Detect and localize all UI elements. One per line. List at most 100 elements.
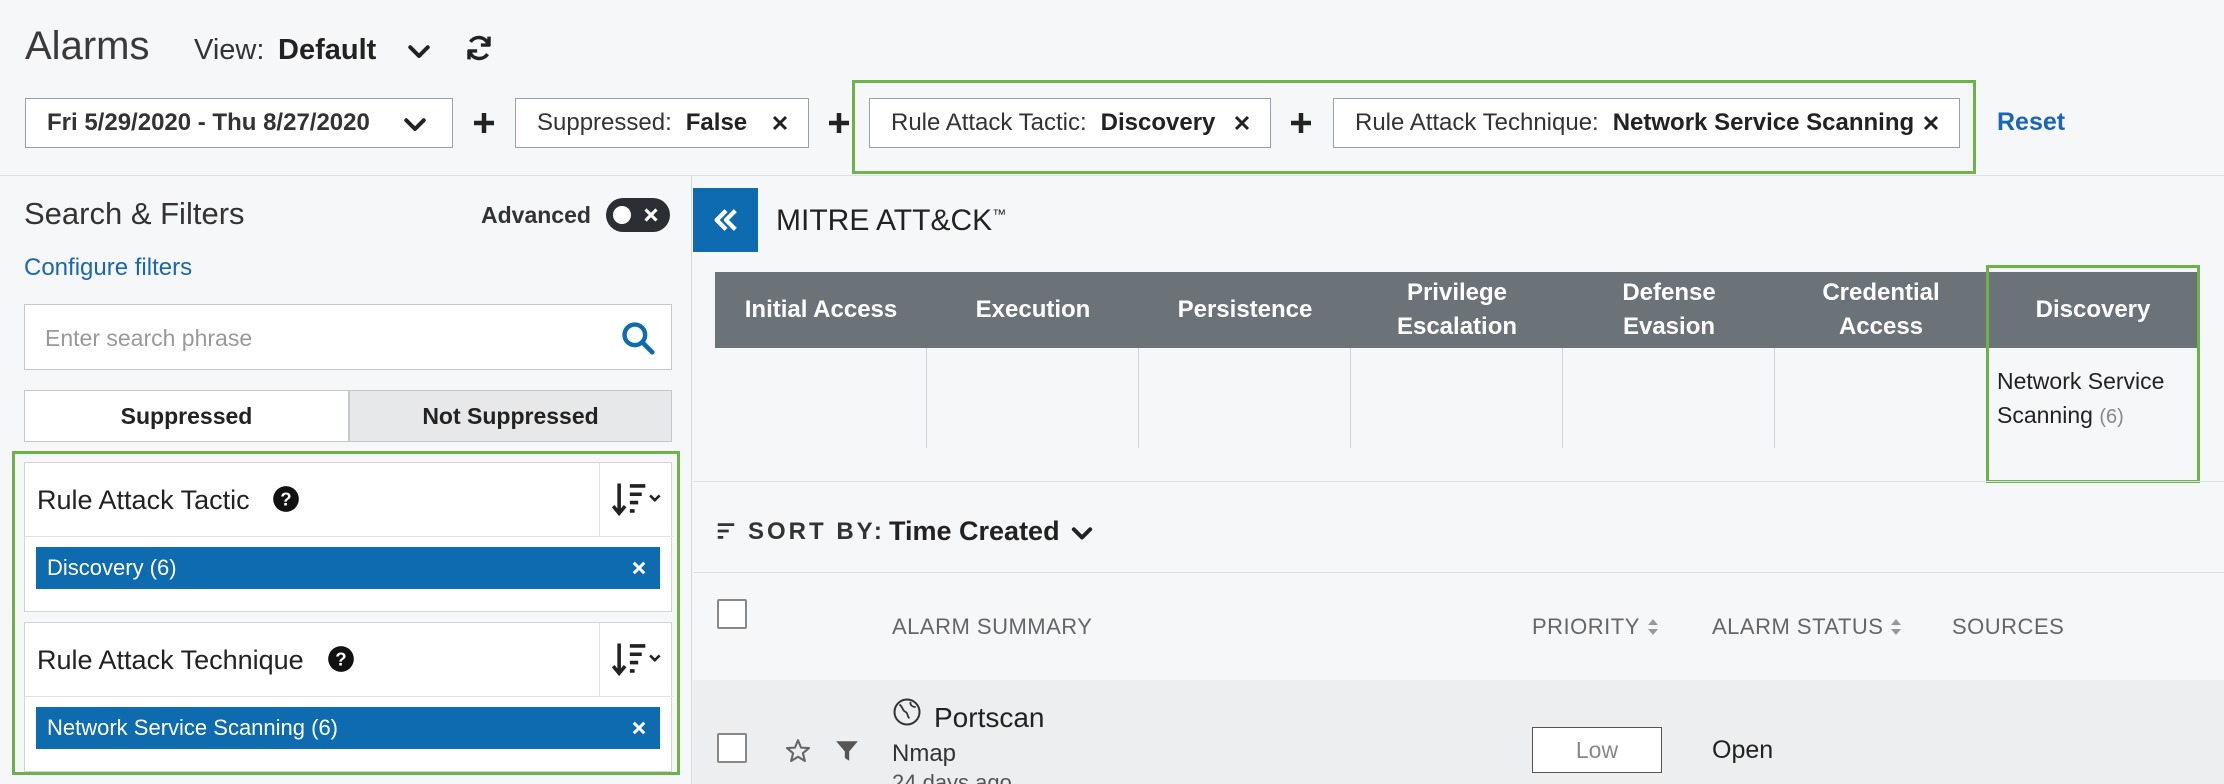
star-icon[interactable] [784,737,812,765]
toggle-knob [613,206,631,224]
facet-title: Rule Attack Technique [37,645,304,675]
add-filter-plus-icon[interactable] [824,108,854,138]
alarm-age: 24 days ago [892,770,1012,784]
column-header-sources: SOURCES [1952,614,2064,640]
sort-by-selector[interactable]: Time Created [889,516,1060,547]
chip-key: Rule Attack Tactic: [891,109,1087,136]
facet-selected-label: Network Service Scanning (6) [47,715,339,740]
chip-key: Suppressed: [537,109,672,136]
facet-selected-value[interactable]: Network Service Scanning (6) [36,707,660,749]
segment-not-suppressed[interactable]: Not Suppressed [349,390,672,442]
mitre-column-header[interactable]: Credential Access [1775,272,1987,348]
row-checkbox[interactable] [717,733,747,763]
close-icon [644,208,658,222]
mitre-column-defense-evasion[interactable]: Defense Evasion [1563,272,1775,448]
mitre-header-line: Evasion [1622,313,1716,340]
mitre-column-persistence[interactable]: Persistence [1139,272,1351,448]
select-all-checkbox[interactable] [717,599,747,629]
facet-sort-button[interactable] [599,463,673,537]
view-selector[interactable]: Default [278,34,376,67]
search-filters-title: Search & Filters [24,196,245,231]
close-icon[interactable] [630,559,648,577]
mitre-column-header[interactable]: Execution [927,272,1139,348]
alarm-name[interactable]: Portscan [934,702,1045,734]
close-icon[interactable] [768,111,792,135]
svg-text:?: ? [280,488,291,509]
advanced-toggle[interactable] [606,198,670,232]
facet-rule-attack-technique: Rule Attack Technique ? Network Service … [24,622,673,772]
mitre-header-line: Privilege [1406,279,1508,306]
date-range-value: Fri 5/29/2020 - Thu 8/27/2020 [47,109,370,136]
sort-arrows-icon [1891,619,1902,635]
add-filter-plus-icon[interactable] [469,108,499,138]
mitre-column-credential-access[interactable]: Credential Access [1775,272,1987,448]
column-header-label: SOURCES [1952,614,2065,639]
sort-icon [612,483,661,517]
facet-header: Rule Attack Technique ? [25,623,673,697]
priority-badge: Low [1532,727,1662,773]
configure-filters-link[interactable]: Configure filters [24,254,192,282]
column-header-priority[interactable]: PRIORITY [1532,614,1660,640]
facet-selected-value[interactable]: Discovery (6) [36,547,660,589]
close-icon[interactable] [630,719,648,737]
mitre-column-header[interactable]: Privilege Escalation [1351,272,1563,348]
refresh-icon[interactable] [463,30,495,66]
mitre-column-initial-access[interactable]: Initial Access [715,272,927,448]
column-header-alarm-status[interactable]: ALARM STATUS [1712,614,1903,640]
filter-icon[interactable] [834,738,860,764]
chevron-down-icon[interactable] [1068,520,1096,548]
facet-title: Rule Attack Tactic [37,485,250,515]
chip-value: Discovery [1100,109,1216,136]
filter-chip-rule-attack-technique[interactable]: Rule Attack Technique: Network Service S… [1333,98,1960,148]
globe-icon [893,698,921,726]
mitre-title: MITRE ATT&CK™ [776,204,1006,238]
divider [693,481,2224,482]
trademark: ™ [992,206,1007,222]
alarm-source: Nmap [892,740,957,767]
facet-sort-button[interactable] [599,623,673,697]
chevron-down-icon[interactable] [404,36,434,66]
sort-arrows-icon [1647,619,1658,635]
help-icon[interactable]: ? [327,645,355,673]
chip-key: Rule Attack Technique: [1355,109,1599,136]
double-chevron-left-icon [714,209,737,231]
mitre-header-line: Execution [975,296,1091,323]
collapse-panel-button[interactable] [693,188,758,252]
svg-text:?: ? [335,648,346,669]
facet-rule-attack-tactic: Rule Attack Tactic ? Discovery (6) [24,462,673,612]
column-header-label: ALARM SUMMARY [892,614,1093,639]
close-icon[interactable] [1919,111,1943,135]
table-row[interactable] [693,680,2224,784]
mitre-header-line: Initial Access [744,296,898,323]
add-filter-plus-icon[interactable] [1286,108,1316,138]
mitre-column-header[interactable]: Defense Evasion [1563,272,1775,348]
mitre-header-line: Access [1838,313,1924,340]
mitre-header-line: Credential [1822,279,1940,306]
chevron-down-icon [404,118,426,131]
sort-icon [612,643,661,677]
mitre-column-header[interactable]: Initial Access [715,272,927,348]
filter-chip-rule-attack-tactic[interactable]: Rule Attack Tactic: Discovery [869,98,1271,148]
mitre-column-privilege-escalation[interactable]: Privilege Escalation [1351,272,1563,448]
mitre-header-line: Defense [1622,279,1716,306]
facet-header: Rule Attack Tactic ? [25,463,673,537]
segment-suppressed[interactable]: Suppressed [24,390,349,442]
mitre-column-header[interactable]: Persistence [1139,272,1351,348]
search-input[interactable] [45,322,605,354]
search-icon[interactable] [619,319,657,357]
help-icon[interactable]: ? [272,485,300,513]
advanced-label: Advanced [481,202,591,228]
column-header-label: PRIORITY [1532,614,1640,639]
filter-chip-suppressed[interactable]: Suppressed: False [515,98,809,148]
view-label: View: [194,34,265,66]
highlight-box-discovery [1986,265,2200,483]
close-icon[interactable] [1230,111,1254,135]
column-header-alarm-summary: ALARM SUMMARY [892,614,1092,640]
mitre-column-execution[interactable]: Execution [927,272,1139,448]
page-title: Alarms [25,24,150,68]
date-range-filter[interactable]: Fri 5/29/2020 - Thu 8/27/2020 [25,98,453,148]
mitre-title-text: MITRE ATT&CK [776,204,993,237]
sort-lines-icon [717,523,735,539]
sort-by-label: SORT BY: [748,518,885,545]
reset-filters-link[interactable]: Reset [1997,108,2065,137]
